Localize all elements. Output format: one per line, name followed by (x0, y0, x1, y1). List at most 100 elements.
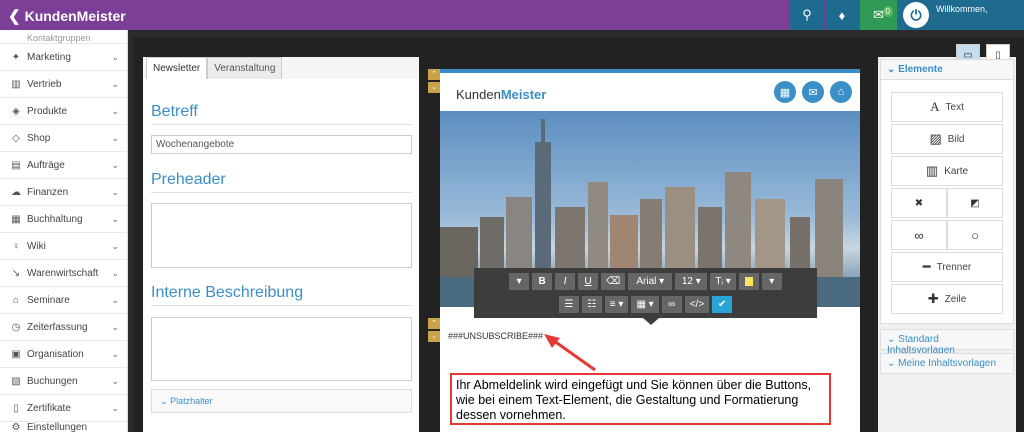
user-menu[interactable]: ⏻ Willkommen, (898, 0, 1024, 30)
tag-icon: ◇ (12, 132, 20, 144)
sidebar-item-buchhaltung[interactable]: ▦ Buchhaltung ⌄ (0, 206, 127, 233)
elemente-toggle[interactable]: ⌄ Elemente (880, 59, 1014, 80)
sidebar-item-buchungen[interactable]: ▧ Buchungen ⌄ (0, 368, 127, 395)
platzhalter-label: Platzhalter (170, 396, 213, 406)
sidebar: Kontaktgruppen ✦ Marketing ⌄ ▥ Vertrieb ⌄ ◈ P… (0, 30, 128, 432)
annotation-note: Ihr Abmeldelink wird eingefügt und Sie k… (450, 373, 831, 425)
sidebar-item-einstellungen[interactable]: ⚙ Einstellungen (0, 422, 127, 432)
messages-button[interactable]: ✉ 0 (860, 0, 897, 30)
sidebar-item-label: Warenwirtschaft (27, 267, 99, 279)
move-down-icon[interactable]: ⌄ (428, 82, 440, 93)
bell-icon: ♦ (838, 7, 846, 23)
plus-icon: ✚ (927, 291, 939, 306)
more-dropdown-button[interactable]: ▾ (509, 273, 530, 290)
color-dropdown-button[interactable]: ▾ (761, 273, 782, 290)
social-element[interactable]: ✖ (891, 188, 947, 218)
sidebar-item-finanzen[interactable]: ☁ Finanzen ⌄ (0, 179, 127, 206)
row-element[interactable]: ✚ Zeile (891, 284, 1003, 314)
link-button[interactable]: ∞ (661, 296, 682, 313)
confirm-button[interactable]: ✔ (712, 296, 733, 313)
move-down-icon[interactable]: ⌄ (428, 331, 440, 342)
font-size-select[interactable]: 12 ▾ (675, 273, 708, 290)
sidebar-item-zeiterfassung[interactable]: ◷ Zeiterfassung ⌄ (0, 314, 127, 341)
embed-element[interactable]: ◩ (947, 188, 1003, 218)
app-logo[interactable]: ❮ KundenMeister (8, 7, 126, 25)
sidebar-item-kontaktgruppen[interactable]: Kontaktgruppen (0, 30, 127, 44)
sidebar-item-label: Aufträge (27, 159, 65, 171)
my-templates-label: Meine Inhaltsvorlagen (898, 358, 997, 369)
text-icon: A (930, 99, 940, 114)
mail-icon[interactable]: ✉ (802, 81, 824, 103)
betreff-heading: Betreff (151, 103, 198, 120)
sidebar-item-warenwirtschaft[interactable]: ↘ Warenwirtschaft ⌄ (0, 260, 127, 287)
sidebar-item-label: Buchhaltung (27, 213, 83, 225)
sidebar-item-label: Buchungen (27, 375, 78, 387)
ordered-list-button[interactable]: ☰ (558, 296, 579, 313)
move-up-icon[interactable]: ⌃ (428, 69, 440, 80)
map-element[interactable]: ▥ Karte (891, 156, 1003, 186)
toolbar-row-2: ☰ ☷ ≡ ▾ ▦ ▾ ∞ </> ✔ (474, 296, 817, 313)
chevron-down-icon: ⌄ (111, 376, 119, 386)
sidebar-item-organisation[interactable]: ▣ Organisation ⌄ (0, 341, 127, 368)
interne-beschreibung-textarea[interactable] (151, 317, 412, 381)
logo-text: Kunden (456, 87, 501, 102)
sidebar-item-label: Organisation (27, 348, 84, 360)
font-size-value: 12 (681, 276, 693, 287)
eraser-button[interactable]: ⌫ (601, 273, 626, 290)
newsletter-logo[interactable]: KundenMeister (456, 87, 546, 102)
betreff-input[interactable]: Wochenangebote (151, 135, 412, 154)
chevron-down-icon: ⌄ (887, 358, 896, 369)
my-templates-toggle[interactable]: ⌄ Meine Inhaltsvorlagen (880, 353, 1014, 374)
sidebar-item-auftraege[interactable]: ▤ Aufträge ⌄ (0, 152, 127, 179)
divider-element[interactable]: ━ Trenner (891, 252, 1003, 282)
font-select[interactable]: Arial ▾ (628, 273, 673, 290)
chevron-down-icon: ⌄ (887, 334, 896, 345)
unsubscribe-placeholder[interactable]: ###UNSUBSCRIBE### (448, 331, 543, 341)
platzhalter-toggle[interactable]: ⌄ Platzhalter (151, 389, 412, 413)
preheader-textarea[interactable] (151, 203, 412, 268)
text-style-button[interactable]: Tᵢ ▾ (710, 273, 736, 290)
move-up-icon[interactable]: ⌃ (428, 318, 440, 329)
sidebar-item-wiki[interactable]: ♀ Wiki ⌄ (0, 233, 127, 260)
toolbar-row-1: ▾ B I U ⌫ Arial ▾ 12 ▾ Tᵢ ▾ ▾ (474, 273, 817, 290)
highlight-color-button[interactable] (738, 273, 759, 290)
standard-templates-toggle[interactable]: ⌄ Standard Inhaltsvorlagen (880, 329, 1014, 356)
color-swatch-icon (744, 277, 753, 286)
header-icons: ▦ ✉ ⌂ (774, 81, 852, 103)
sidebar-item-vertrieb[interactable]: ▥ Vertrieb ⌄ (0, 71, 127, 98)
home-icon[interactable]: ⌂ (830, 81, 852, 103)
link-element[interactable]: ∞ (891, 220, 947, 250)
sidebar-item-seminare[interactable]: ⌂ Seminare ⌄ (0, 287, 127, 314)
table-button[interactable]: ▦ ▾ (631, 296, 659, 313)
cog-icon: ○ (971, 227, 979, 243)
bold-button[interactable]: B (532, 273, 553, 290)
sidebar-item-label: Zertifikate (27, 402, 71, 414)
underline-button[interactable]: U (578, 273, 599, 290)
sidebar-item-label: Produkte (27, 105, 68, 117)
sidebar-item-label: Finanzen (27, 186, 69, 198)
sidebar-item-zertifikate[interactable]: ▯ Zertifikate ⌄ (0, 395, 127, 422)
align-button[interactable]: ≡ ▾ (604, 296, 629, 313)
italic-button[interactable]: I (555, 273, 576, 290)
notifications-button[interactable]: ♦ (825, 0, 859, 30)
spinner-element[interactable]: ○ (947, 220, 1003, 250)
text-element[interactable]: A Text (891, 92, 1003, 122)
sidebar-item-label: Marketing (27, 51, 71, 63)
tab-veranstaltung[interactable]: Veranstaltung (207, 57, 283, 79)
messages-badge: 0 (882, 6, 893, 17)
calendar-icon[interactable]: ▦ (774, 81, 796, 103)
tab-newsletter[interactable]: Newsletter (146, 57, 208, 79)
sidebar-item-marketing[interactable]: ✦ Marketing ⌄ (0, 44, 127, 71)
search-button[interactable]: ⚲ (790, 0, 824, 30)
money-icon: ☁ (11, 186, 21, 198)
welcome-text: Willkommen, (936, 4, 988, 14)
unordered-list-button[interactable]: ☷ (581, 296, 602, 313)
image-element[interactable]: ▨ Bild (891, 124, 1003, 154)
sidebar-item-shop[interactable]: ◇ Shop ⌄ (0, 125, 127, 152)
power-icon[interactable]: ⏻ (903, 2, 929, 28)
divider (151, 192, 412, 193)
chevron-down-icon: ⌄ (111, 160, 119, 170)
sidebar-item-produkte[interactable]: ◈ Produkte ⌄ (0, 98, 127, 125)
code-view-button[interactable]: </> (684, 296, 710, 313)
check-icon: ✔ (717, 299, 727, 310)
